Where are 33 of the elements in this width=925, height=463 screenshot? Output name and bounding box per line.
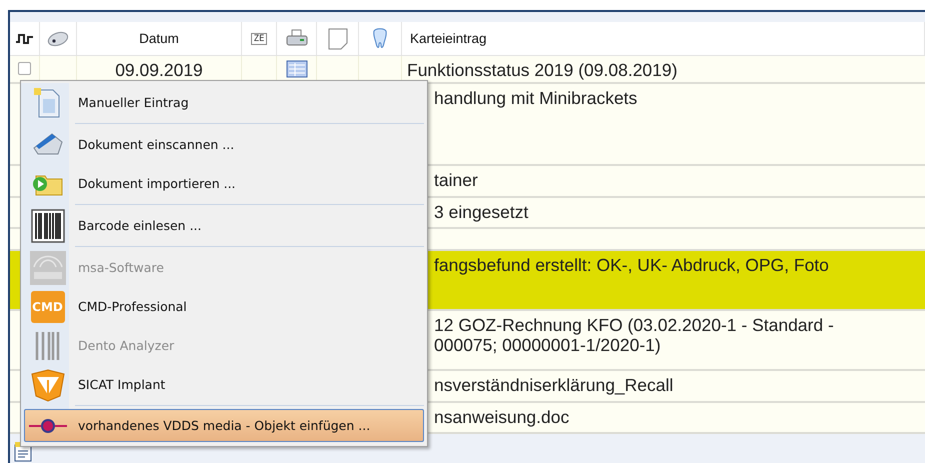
column-header[interactable]: ZE xyxy=(250,32,268,44)
menu-item[interactable]: Dokument importieren ... xyxy=(24,164,424,203)
tooth-icon xyxy=(372,28,388,50)
cube-icon xyxy=(30,368,66,402)
entry-text: fangsbefund erstellt: OK-, UK- Abdruck, OPG, Foto xyxy=(434,255,829,277)
checkbox[interactable] xyxy=(18,62,31,75)
entry-text: handlung mit Minibrackets xyxy=(434,88,638,110)
entry-text: Funktionsstatus 2019 (09.08.2019) xyxy=(407,60,678,82)
new-document-icon xyxy=(32,86,62,118)
connector-pin-icon xyxy=(28,418,68,434)
menu-item[interactable]: Manueller Eintrag xyxy=(24,83,424,122)
entry-text: 12 GOZ-Rechnung KFO (03.02.2020-1 - Standard - 000075; 00000001-1/2020-1) xyxy=(434,315,834,357)
barcode-icon xyxy=(30,208,64,242)
entry-text: 3 eingesetzt xyxy=(434,202,528,224)
document-icon[interactable] xyxy=(14,442,34,462)
scanner-icon xyxy=(32,132,64,158)
date-cell: 09.09.2019 xyxy=(115,60,203,82)
logo-icon: CMD xyxy=(30,290,64,322)
entry-text: nsanweisung.doc xyxy=(434,407,570,429)
column-header[interactable]: Datum xyxy=(139,31,179,46)
mouse-icon xyxy=(46,30,70,46)
connector-icon xyxy=(14,32,34,46)
menu-item[interactable]: SICAT Implant xyxy=(24,365,424,404)
printer-icon xyxy=(286,28,308,48)
note-icon xyxy=(328,28,348,50)
logo-icon xyxy=(30,250,66,284)
entry-text: tainer xyxy=(434,170,478,192)
menu-item[interactable]: Dokument einscannen ... xyxy=(24,125,424,164)
menu-item[interactable]: Barcode einlesen ... xyxy=(24,206,424,245)
entry-text: nsverständniserklärung_Recall xyxy=(434,375,674,397)
menu-item[interactable]: CMD CMD-Professional xyxy=(24,287,424,326)
menu-item[interactable]: vorhandenes VDDS media - Objekt einfügen ... xyxy=(24,409,424,442)
column-header[interactable]: Karteieintrag xyxy=(410,31,487,46)
